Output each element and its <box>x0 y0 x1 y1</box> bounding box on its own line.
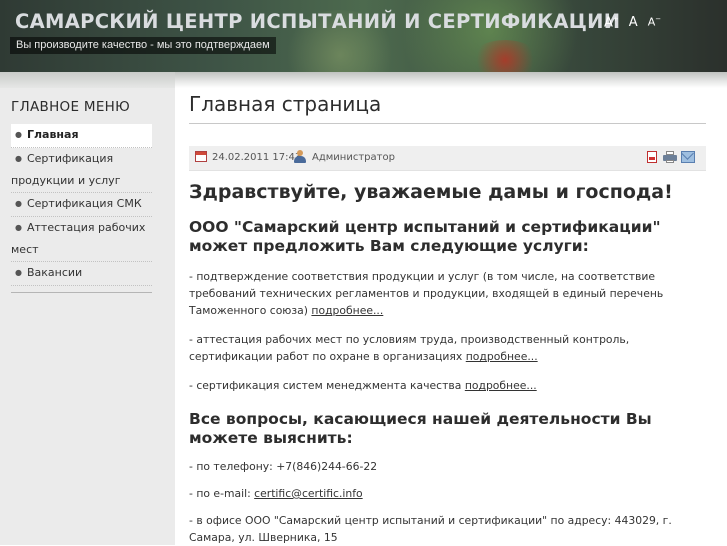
pdf-icon[interactable] <box>647 151 657 163</box>
menu-item-product-certification[interactable]: ● Сертификация продукции и услуг <box>11 148 152 193</box>
main-menu: ● Главная ● Сертификация продукции и услуг… <box>11 124 152 286</box>
font-increase-mark: + <box>612 15 619 23</box>
email-icon[interactable] <box>681 151 695 163</box>
menu-item-label: Аттестация рабочих мест <box>11 221 146 256</box>
service-item: - подтверждение соответствия продукции и… <box>189 268 706 319</box>
menu-item-label: Главная <box>26 128 79 141</box>
contact-office: - в офисе ООО "Самарский центр испытаний… <box>189 514 672 544</box>
main-menu-title: ГЛАВНОЕ МЕНЮ <box>11 99 130 115</box>
more-link[interactable]: подробнее... <box>466 350 538 363</box>
print-icon[interactable] <box>663 151 677 163</box>
page-title: Главная страница <box>189 92 382 116</box>
menu-item-qms-certification[interactable]: ● Сертификация СМК <box>11 193 152 217</box>
service-text: - сертификация систем менеджмента качест… <box>189 379 465 392</box>
service-text: - аттестация рабочих мест по условиям тр… <box>189 333 630 363</box>
menu-divider <box>11 292 152 293</box>
header-shadow-left <box>0 72 175 88</box>
menu-item-label: Сертификация СМК <box>26 197 142 210</box>
menu-item-label: Сертификация продукции и услуг <box>11 152 121 187</box>
site-header: САМАРСКИЙ ЦЕНТР ИСПЫТАНИЙ И СЕРТИФИКАЦИИ… <box>0 0 727 72</box>
service-item: - сертификация систем менеджмента качест… <box>189 377 706 394</box>
font-size-controls: A+ A A− <box>604 15 661 30</box>
email-prefix: - по e-mail: <box>189 487 255 500</box>
calendar-icon <box>195 151 207 162</box>
article-author: Администратор <box>312 152 395 163</box>
sidebar: ГЛАВНОЕ МЕНЮ ● Главная ● Сертификация прод… <box>0 88 175 545</box>
menu-item-home[interactable]: ● Главная <box>11 124 152 148</box>
contact-email: - по e-mail: certific@certific.info <box>189 485 706 502</box>
font-increase-glyph: A <box>604 15 613 31</box>
menu-item-workplace-attestation[interactable]: ● Аттестация рабочих мест <box>11 217 152 262</box>
site-slogan: Вы производите качество - мы это подтвер… <box>10 37 276 54</box>
header-shadow <box>0 72 727 88</box>
article-date: 24.02.2011 17:43 <box>212 152 302 163</box>
menu-item-vacancies[interactable]: ● Вакансии <box>11 262 152 286</box>
contact-phone: - по телефону: +7(846)244-66-22 <box>189 460 378 473</box>
menu-item-label: Вакансии <box>26 266 83 279</box>
article-meta-bar: 24.02.2011 17:43 Администратор <box>189 146 706 171</box>
header-background-art <box>470 40 540 72</box>
more-link[interactable]: подробнее... <box>465 379 537 392</box>
article-body: Здравствуйте, уважаемые дамы и господа! … <box>189 180 706 546</box>
font-decrease-mark: − <box>655 15 662 23</box>
service-text: - подтверждение соответствия продукции и… <box>189 270 664 317</box>
font-increase-button[interactable]: A+ <box>604 15 619 30</box>
service-item: - аттестация рабочих мест по условиям тр… <box>189 331 706 365</box>
contact-heading: Все вопросы, касающиеся нашей деятельнос… <box>189 410 652 447</box>
more-link[interactable]: подробнее... <box>311 304 383 317</box>
font-reset-button[interactable]: A <box>629 15 638 30</box>
bullet-icon: ● <box>15 130 22 139</box>
bullet-icon: ● <box>15 154 22 163</box>
bullet-icon: ● <box>15 199 22 208</box>
bullet-icon: ● <box>15 223 22 232</box>
title-divider <box>189 123 706 124</box>
email-link[interactable]: certific@certific.info <box>254 487 362 500</box>
site-title[interactable]: САМАРСКИЙ ЦЕНТР ИСПЫТАНИЙ И СЕРТИФИКАЦИИ <box>15 10 620 33</box>
bullet-icon: ● <box>15 268 22 277</box>
services-heading: ООО "Самарский центр испытаний и сертифи… <box>189 218 661 255</box>
greeting-heading: Здравствуйте, уважаемые дамы и господа! <box>189 181 673 203</box>
font-decrease-button[interactable]: A− <box>648 15 661 30</box>
user-icon <box>294 150 306 164</box>
